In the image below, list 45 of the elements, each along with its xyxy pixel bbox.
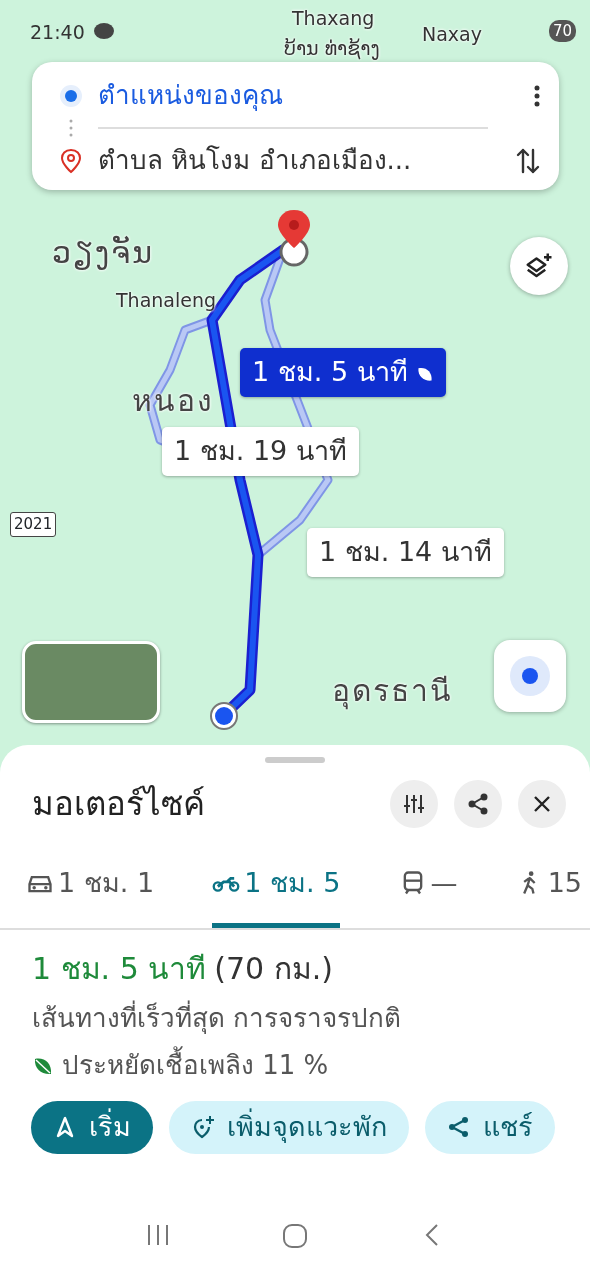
- share-icon: [447, 1115, 471, 1140]
- route-time-label[interactable]: 1 ชม. 5 นาที: [240, 348, 446, 397]
- status-time: 21:40: [30, 20, 85, 45]
- place-label: Thanaleng: [116, 288, 217, 313]
- route-duration: 1 ชม. 5 นาที: [32, 950, 207, 988]
- close-icon: [532, 793, 552, 814]
- travel-mode-tab[interactable]: —: [398, 852, 458, 928]
- dotted-connector-icon: [69, 119, 73, 137]
- travel-mode-tab[interactable]: 1 ชม. 1: [26, 852, 155, 928]
- add-stop-button[interactable]: เพิ่มจุดแวะพัก: [169, 1101, 409, 1154]
- sheet-title: มอเตอร์ไซค์: [31, 783, 206, 825]
- start-button[interactable]: เริ่ม: [31, 1101, 153, 1154]
- share-button[interactable]: [454, 779, 502, 828]
- location-dot-icon: [508, 654, 552, 698]
- place-label: Thaxang: [292, 6, 375, 31]
- route-options-button[interactable]: [390, 779, 438, 828]
- street-view-photo-placeholder[interactable]: [22, 641, 160, 723]
- route-description: เส้นทางที่เร็วที่สุด การจราจรปกติ: [32, 999, 566, 1038]
- place-label: ວຽງຈັນ: [52, 234, 154, 272]
- place-label: หนอง: [132, 382, 214, 420]
- close-button[interactable]: [518, 779, 566, 828]
- place-label: อุดรธานี: [332, 672, 453, 712]
- origin-dot-icon: [60, 84, 82, 107]
- drag-handle[interactable]: [265, 757, 325, 763]
- home-icon[interactable]: [281, 1222, 309, 1250]
- road-number: 2021: [10, 512, 57, 537]
- route-time-label[interactable]: 1 ชม. 14 นาที: [307, 528, 504, 577]
- destination-pin-icon: [60, 147, 82, 174]
- place-label: ບ້ານ ທ່າຊ້າງ: [284, 36, 380, 62]
- travel-mode-tab[interactable]: 1 ชม. 5: [212, 852, 341, 928]
- share-icon: [466, 791, 490, 816]
- layers-button[interactable]: [510, 237, 568, 295]
- recent-apps-icon[interactable]: [145, 1222, 171, 1248]
- more-options-icon[interactable]: [533, 83, 541, 108]
- travel-mode-tab[interactable]: 15: [515, 852, 582, 928]
- fuel-savings-text: ประหยัดเชื้อเพลิง 11 %: [62, 1046, 329, 1085]
- origin-field[interactable]: ตำแหน่งของคุณ: [98, 76, 517, 115]
- route-distance: (70 กม.): [214, 950, 333, 988]
- current-location-icon: [209, 701, 239, 731]
- route-time-label[interactable]: 1 ชม. 19 นาที: [162, 427, 359, 476]
- destination-field[interactable]: ตำบล หินโงม อำเภอเมือง...: [98, 141, 499, 180]
- add-location-icon: [191, 1115, 215, 1140]
- my-location-button[interactable]: [494, 640, 566, 712]
- share-button[interactable]: แชร์: [425, 1101, 555, 1154]
- place-label: Naxay: [422, 22, 482, 47]
